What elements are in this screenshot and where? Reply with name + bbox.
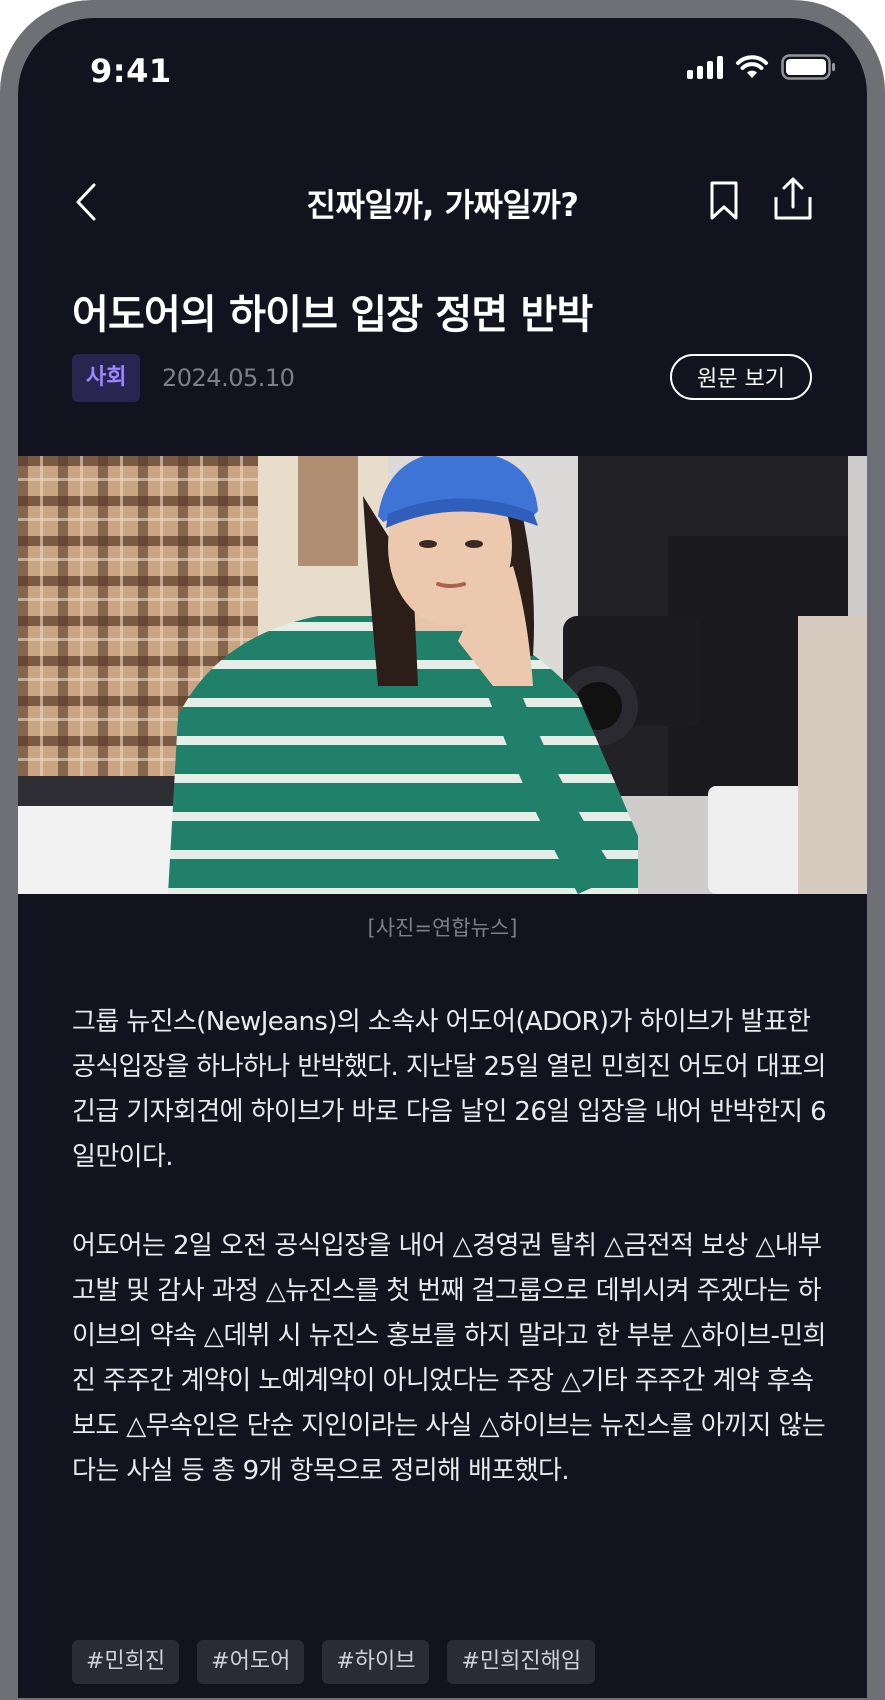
tag-chip[interactable]: #민희진 (72, 1640, 180, 1684)
signal-icon (687, 55, 723, 79)
battery-icon (781, 54, 835, 80)
category-badge: 사회 (72, 354, 141, 402)
share-button[interactable] (770, 174, 816, 224)
share-icon (774, 177, 812, 220)
photo-illustration (18, 456, 867, 894)
back-button[interactable] (66, 174, 106, 230)
status-time: 9:41 (90, 52, 172, 90)
photo-caption: [사진=연합뉴스] (367, 916, 518, 940)
view-original-button[interactable]: 원문 보기 (670, 354, 812, 400)
tag-chip[interactable]: #하이브 (322, 1640, 430, 1684)
back-chevron-icon (76, 183, 96, 221)
article-paragraph: 그룹 뉴진스(NewJeans)의 소속사 어도어(ADOR)가 하이브가 발표… (72, 1007, 827, 1172)
tag-list: #민희진 #어도어 #하이브 #민희진해임 (72, 1640, 596, 1684)
article-body: 그룹 뉴진스(NewJeans)의 소속사 어도어(ADOR)가 하이브가 발표… (72, 1000, 832, 1538)
article-date: 2024.05.10 (162, 364, 295, 392)
status-icons (687, 54, 837, 80)
article-title: 어도어의 하이브 입장 정면 반박 (72, 292, 593, 338)
article-photo (18, 456, 867, 894)
article-paragraph: 어도어는 2일 오전 공식입장을 내어 △경영권 탈취 △금전적 보상 △내부 … (72, 1231, 826, 1486)
bookmark-icon (710, 181, 738, 220)
app-screen: 9:41 진짜일까, 가짜일까? 어도어의 하이브 입장 정면 반박 사회 20… (18, 18, 867, 1698)
wifi-icon (736, 55, 768, 78)
tag-chip[interactable]: #어도어 (197, 1640, 305, 1684)
nav-title: 진짜일까, 가짜일까? (306, 186, 579, 224)
bookmark-button[interactable] (704, 178, 744, 224)
tag-chip[interactable]: #민희진해임 (447, 1640, 596, 1684)
